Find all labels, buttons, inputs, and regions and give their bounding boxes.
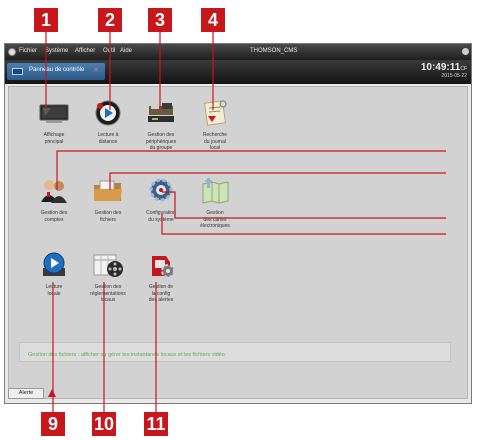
tile-accounts[interactable]: Gestion des comptes (26, 176, 82, 223)
menu-aide[interactable]: Aide (120, 48, 132, 54)
tile-system-config[interactable]: Configuration du système (133, 176, 189, 223)
callout-11: 11 (144, 412, 168, 436)
tile-schedule[interactable]: Gestion des réglementations locaux (80, 250, 136, 304)
remote-playback-icon (95, 100, 121, 126)
callout-3: 3 (148, 8, 172, 32)
tab-close-icon[interactable]: ✕ (93, 66, 99, 74)
log-search-icon (203, 100, 227, 126)
menu-systeme[interactable]: Système (45, 48, 68, 54)
clock-time: 10:49:11CF (420, 62, 467, 73)
film-schedule-icon (93, 254, 123, 277)
device-group-icon (148, 103, 174, 122)
tile-files[interactable]: Gestion des fichiers (80, 176, 136, 223)
menubar: Fichier Système Afficher Outil Aide THOM… (5, 44, 471, 60)
tile-e-maps[interactable]: Gestion des cartes électroniques (187, 176, 243, 230)
menu-fichier[interactable]: Fichier (19, 48, 37, 54)
alert-config-icon (152, 256, 175, 278)
clock: 10:49:11CF 2015-05-22 (421, 62, 467, 79)
users-icon (41, 180, 67, 203)
menu-afficher[interactable]: Afficher (75, 48, 95, 54)
tile-alert-config[interactable]: Gestion de la config des alertes (133, 250, 189, 304)
clock-suffix: CF (460, 66, 467, 72)
callout-9: 9 (41, 412, 65, 436)
callout-1: 1 (34, 8, 58, 32)
tab-label: Panneau de contrôle (29, 67, 85, 73)
tile-log-search[interactable]: Recherche du journal local (187, 98, 243, 152)
tile-local-playback[interactable]: Lecture locale (26, 250, 82, 297)
tile-label: Gestion des périphériques du groupe (145, 132, 177, 151)
window-control-icon[interactable] (462, 48, 469, 55)
app-logo-icon[interactable] (8, 48, 16, 56)
callout-4: 4 (201, 8, 225, 32)
monitor-icon (39, 104, 69, 123)
clock-date: 2015-05-22 (441, 73, 467, 79)
tab-control-panel[interactable]: Panneau de contrôle ✕ (7, 63, 105, 80)
tile-label: Gestion des fichiers (94, 210, 122, 223)
tile-main-display[interactable]: Affichage principal (26, 98, 82, 145)
tile-label: Gestion des réglementations locaux (90, 284, 126, 303)
tile-label: Recherche du journal local (202, 132, 228, 151)
alert-icon[interactable] (48, 389, 56, 397)
folder-icon (94, 180, 122, 201)
tile-label: Affichage principal (43, 132, 65, 145)
tile-label: Gestion des cartes électroniques (200, 210, 230, 229)
callout-2: 2 (98, 8, 122, 32)
tile-remote-playback[interactable]: Lecture à distance (80, 98, 136, 145)
callout-10: 10 (92, 412, 116, 436)
tile-label: Lecture à distance (97, 132, 119, 145)
tile-label: Configuration du système (146, 210, 176, 223)
control-panel-icon (12, 68, 23, 75)
tile-device-group[interactable]: Gestion des périphériques du groupe (133, 98, 189, 152)
tile-label: Lecture locale (45, 284, 63, 297)
system-config-icon (149, 178, 173, 202)
local-playback-icon (43, 252, 65, 276)
status-text: Gestion des fichiers : afficher ou gérer… (28, 352, 225, 358)
e-map-icon (202, 178, 229, 204)
window-title: THOMSON_CMS (250, 48, 298, 54)
tile-label: Gestion de la config des alertes (148, 284, 174, 303)
tabbar: Panneau de contrôle ✕ 10:49:11CF 2015-05… (5, 60, 471, 84)
tile-label: Gestion des comptes (40, 210, 68, 223)
alert-button[interactable]: Alerte (8, 388, 44, 399)
menu-outil[interactable]: Outil (103, 48, 115, 54)
